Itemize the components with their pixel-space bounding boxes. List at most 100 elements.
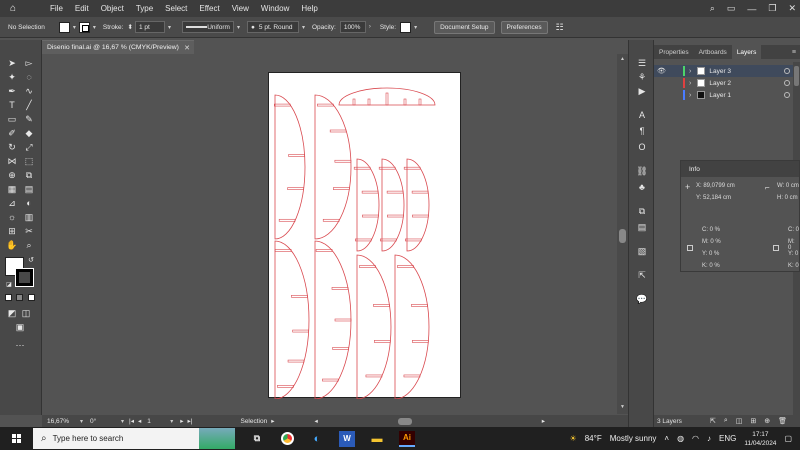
stroke-weight-input[interactable]: 1 pt [134,21,165,33]
pen-tool-icon[interactable]: ✒ [6,85,18,97]
half-disc-piece-slot[interactable] [315,249,333,252]
opentype-panel-icon[interactable]: O [636,141,648,153]
top-arc-piece-slot[interactable] [418,98,422,106]
layer-target-icon[interactable] [784,80,790,86]
panel-scrollbar-thumb[interactable] [794,66,799,86]
drawing-mode-icon[interactable]: ◩ [6,307,18,319]
chevron-down-icon[interactable]: ▾ [73,24,76,31]
top-arc-piece-slot[interactable] [385,92,389,106]
type-tool-icon[interactable]: T [6,99,18,111]
word-icon[interactable]: W [339,430,355,447]
hand-tool-icon[interactable]: ✋ [6,239,18,251]
weather-text[interactable]: Mostly sunny [610,434,657,443]
top-arc-piece[interactable] [338,87,436,106]
shape-builder-icon[interactable]: ⊕ [6,169,18,181]
volume-icon[interactable]: ♪ [707,434,711,443]
symbols-panel-icon[interactable]: ♣ [636,181,648,193]
restore-icon[interactable]: ❐ [768,3,776,14]
half-disc-piece-slot[interactable] [361,190,379,194]
curvature-tool-icon[interactable]: ∿ [23,85,35,97]
top-arc-piece-slot[interactable] [403,98,407,106]
half-disc-piece-slot[interactable] [277,385,294,388]
half-disc-piece-slot[interactable] [379,238,397,242]
menu-edit[interactable]: Edit [69,4,95,13]
lasso-icon[interactable]: ◌ [23,71,35,83]
taskbar-search[interactable]: ⌕ Type here to search [33,428,199,449]
chevron-down-icon[interactable]: ▾ [170,418,173,425]
rotation-value[interactable]: 0° [90,418,118,425]
layer-name[interactable]: Layer 2 [709,80,731,87]
scale-tool-icon[interactable]: ⤢ [23,141,35,153]
file-explorer-icon[interactable]: ▬ [369,431,385,447]
menu-window[interactable]: Window [255,4,295,13]
line-tool-icon[interactable]: ╱ [23,99,35,111]
news-widget-icon[interactable] [199,428,235,449]
scroll-up-icon[interactable]: ▲ [620,56,625,62]
brush-definition[interactable]: ● 5 pt. Round [246,21,299,33]
temperature[interactable]: 84°F [585,434,602,443]
half-disc-piece[interactable] [274,240,310,400]
selection-tool-icon[interactable]: ➤ [6,57,18,69]
half-disc-piece[interactable] [381,158,405,252]
workspace-icon[interactable]: ▭ [727,3,736,14]
more-tools-icon[interactable]: ⋯ [14,339,26,351]
half-disc-piece-slot[interactable] [386,190,404,194]
half-disc-piece-slot[interactable] [333,187,350,190]
scroll-down-icon[interactable]: ▼ [620,404,625,410]
chevron-down-icon[interactable]: ▾ [302,24,305,31]
new-sublayer-icon[interactable]: ⊞ [750,417,756,425]
new-layer-icon[interactable]: ⊕ [764,417,770,425]
shaper-tool-icon[interactable]: ✐ [6,127,18,139]
expand-arrow-icon[interactable]: › [689,80,691,87]
menu-file[interactable]: File [44,4,69,13]
artboard[interactable] [268,72,461,400]
half-disc-piece-slot[interactable] [274,103,291,107]
top-arc-piece-slot[interactable] [367,98,371,106]
color-mode-icon[interactable] [5,294,12,301]
status-arrow-icon[interactable]: ▸ [271,417,274,425]
artboard-number[interactable]: 1 [147,418,167,425]
none-mode-icon[interactable] [28,294,35,301]
layer-target-icon[interactable] [784,68,790,74]
horizontal-scrollbar-thumb[interactable] [397,417,412,425]
variable-width-profile[interactable]: Uniform [181,21,234,33]
paragraph-panel-icon[interactable]: ¶ [636,125,648,137]
chevron-down-icon[interactable]: ▾ [414,24,417,31]
draw-inside-icon[interactable]: ◫ [20,307,32,319]
transform-panel-icon[interactable]: ⧉ [636,205,648,217]
half-disc-piece-slot[interactable] [322,378,339,382]
arrange-icon[interactable]: ☷ [556,22,564,33]
language-indicator[interactable]: ENG [719,434,736,443]
scroll-right-icon[interactable]: ▸ [542,417,545,425]
layer-row[interactable]: › Layer 1 [654,89,800,101]
half-disc-piece-slot[interactable] [411,304,428,307]
half-disc-piece-slot[interactable] [287,187,304,190]
home-icon[interactable]: ⌂ [6,2,20,16]
half-disc-piece-slot[interactable] [412,340,429,343]
zoom-tool-icon[interactable]: ⌕ [23,239,35,251]
half-disc-piece-slot[interactable] [373,304,390,307]
half-disc-piece-slot[interactable] [411,190,429,194]
chevron-down-icon[interactable]: ▾ [237,24,240,31]
stroke-swatch[interactable] [78,21,90,33]
chevron-down-icon[interactable]: ▾ [93,24,96,31]
width-tool-icon[interactable]: ⋈ [6,155,18,167]
half-disc-piece-slot[interactable] [274,249,292,252]
half-disc-piece-slot[interactable] [287,359,305,363]
layer-name[interactable]: Layer 3 [709,68,731,75]
search-icon[interactable]: ⌕ [710,3,715,14]
half-disc-piece-slot[interactable] [291,295,308,298]
stroke-color-swatch[interactable] [15,268,34,287]
properties-panel-icon[interactable]: ☰ [636,57,648,69]
graph-tool-icon[interactable]: ▥ [23,211,35,223]
close-icon[interactable]: ✕ [788,3,796,14]
top-arc-piece-slot[interactable] [352,98,356,106]
next-artboard-icon[interactable]: ▸ [180,417,183,425]
symbol-sprayer-icon[interactable]: ☼ [6,211,18,223]
chevron-right-icon[interactable]: › [369,24,371,30]
network-icon[interactable]: ◍ [677,434,684,443]
tab-properties[interactable]: Properties [654,45,694,59]
free-transform-icon[interactable]: ⬚ [23,155,35,167]
gradient-mode-icon[interactable] [16,294,23,301]
half-disc-piece-slot[interactable] [322,218,340,222]
